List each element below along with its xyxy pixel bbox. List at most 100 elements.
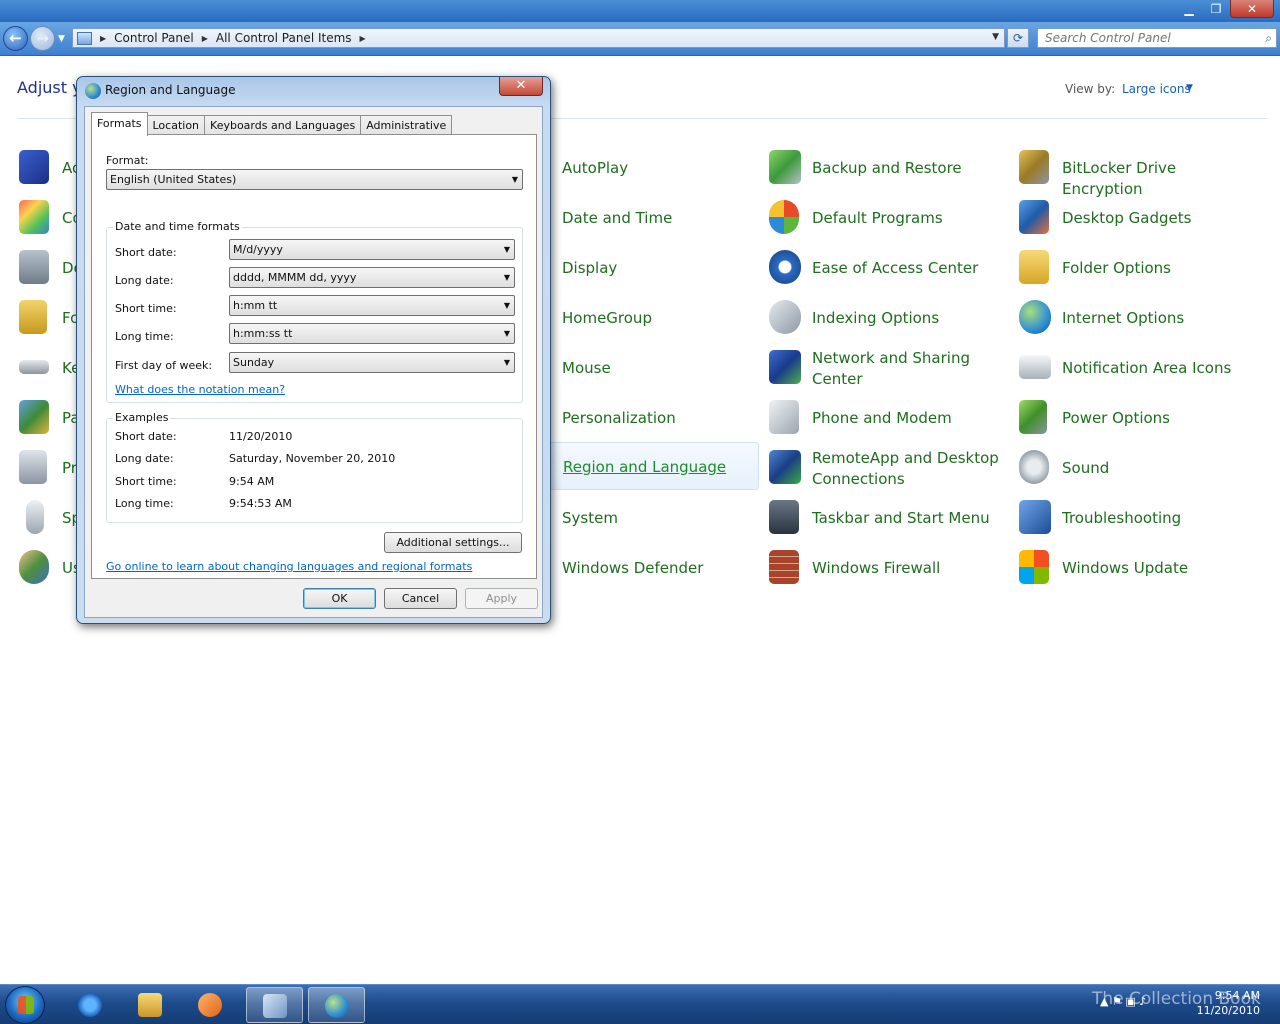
chevron-down-icon[interactable]: ▼ <box>504 296 510 315</box>
cp-item-system[interactable]: System <box>519 494 759 542</box>
cp-item-sound[interactable]: Sound <box>1019 444 1259 492</box>
minimize-button[interactable]: ▁ <box>1176 0 1202 18</box>
recent-pages-chevron-icon[interactable]: ▼ <box>58 34 65 44</box>
long-date-value: dddd, MMMM dd, yyyy <box>233 271 357 284</box>
cp-item-label: RemoteApp and Desktop Connections <box>812 449 999 488</box>
dialog-title: Region and Language <box>105 83 236 97</box>
cp-item-label: Backup and Restore <box>812 159 962 177</box>
tab-formats[interactable]: Formats <box>91 112 148 136</box>
search-input[interactable] <box>1045 29 1255 47</box>
cp-item-label: Sound <box>1062 459 1110 477</box>
breadcrumb-all-items[interactable]: All Control Panel Items <box>216 31 352 45</box>
address-bar[interactable]: ▶ Control Panel ▶ All Control Panel Item… <box>72 28 1005 48</box>
breadcrumb-chevron-icon[interactable]: ▶ <box>202 34 208 43</box>
clock-time: 9:54 AM <box>1214 989 1260 1002</box>
cp-item-taskbar-start-menu[interactable]: Taskbar and Start Menu <box>769 494 1009 542</box>
cp-item-network-sharing[interactable]: Network and Sharing Center <box>769 344 1009 392</box>
cp-item-label: Notification Area Icons <box>1062 359 1232 377</box>
cp-item-phone-and-modem[interactable]: Phone and Modem <box>769 394 1009 442</box>
cp-item-label: Internet Options <box>1062 309 1185 327</box>
clock-date: 11/20/2010 <box>1196 1004 1260 1017</box>
breadcrumb-chevron-icon[interactable]: ▶ <box>360 34 366 43</box>
cp-item-homegroup[interactable]: HomeGroup <box>519 294 759 342</box>
chevron-down-icon[interactable]: ▼ <box>504 324 510 343</box>
taskbar-control-panel[interactable] <box>246 987 303 1023</box>
tab-keyboards-languages[interactable]: Keyboards and Languages <box>204 115 362 135</box>
back-button[interactable]: ← <box>3 26 28 51</box>
taskbar-region-language[interactable] <box>308 987 365 1023</box>
tab-location[interactable]: Location <box>146 115 206 135</box>
cp-item-default-programs[interactable]: Default Programs <box>769 194 1009 242</box>
chevron-down-icon[interactable]: ▼ <box>504 353 510 372</box>
taskbar-media-player[interactable] <box>182 987 239 1023</box>
example-short-date-value: 11/20/2010 <box>229 430 293 443</box>
maximize-button[interactable]: ❐ <box>1203 0 1229 18</box>
search-box[interactable]: ⌕ <box>1037 28 1277 48</box>
chevron-down-icon[interactable]: ▼ <box>1186 83 1193 93</box>
close-button[interactable]: ✕ <box>1230 0 1274 18</box>
forward-button[interactable]: → <box>30 26 55 51</box>
ok-button[interactable]: OK <box>303 588 376 609</box>
cp-item-troubleshooting[interactable]: Troubleshooting <box>1019 494 1259 542</box>
long-time-select[interactable]: h:mm:ss tt ▼ <box>229 323 515 344</box>
long-time-label: Long time: <box>115 330 174 343</box>
search-icon[interactable]: ⌕ <box>1265 31 1272 46</box>
cancel-button[interactable]: Cancel <box>384 588 457 609</box>
cp-item-region-and-language[interactable]: Region and Language <box>519 442 759 490</box>
cp-item-label: Personalization <box>562 409 676 427</box>
cp-item-backup-and-restore[interactable]: Backup and Restore <box>769 144 1009 192</box>
start-button[interactable] <box>5 986 45 1024</box>
cp-item-display[interactable]: Display <box>519 244 759 292</box>
chevron-down-icon[interactable]: ▼ <box>504 240 510 259</box>
notation-help-link[interactable]: What does the notation mean? <box>115 383 285 396</box>
format-select[interactable]: English (United States) ▼ <box>106 169 523 190</box>
long-date-select[interactable]: dddd, MMMM dd, yyyy ▼ <box>229 267 515 288</box>
cp-item-power-options[interactable]: Power Options <box>1019 394 1259 442</box>
cp-item-bitlocker[interactable]: BitLocker Drive Encryption <box>1019 144 1259 198</box>
apply-button[interactable]: Apply <box>465 588 538 609</box>
chevron-down-icon[interactable]: ▼ <box>504 268 510 287</box>
address-history-chevron-icon[interactable]: ▼ <box>992 32 999 42</box>
cp-item-indexing-options[interactable]: Indexing Options <box>769 294 1009 342</box>
refresh-button[interactable]: ⟳ <box>1007 28 1029 48</box>
cp-item-internet-options[interactable]: Internet Options <box>1019 294 1259 342</box>
additional-settings-button[interactable]: Additional settings... <box>384 532 522 553</box>
online-help-link[interactable]: Go online to learn about changing langua… <box>106 560 472 573</box>
firewall-icon <box>769 550 799 584</box>
cp-item-ease-of-access[interactable]: Ease of Access Center <box>769 244 1009 292</box>
battery-icon <box>1019 400 1047 434</box>
taskbar-internet-explorer[interactable] <box>62 987 119 1023</box>
cp-item-windows-defender[interactable]: Windows Defender <box>519 544 759 592</box>
navigation-bar: ← → ▼ ▶ Control Panel ▶ All Control Pane… <box>0 22 1280 56</box>
taskbar-icon <box>769 500 799 534</box>
cp-item-windows-firewall[interactable]: Windows Firewall <box>769 544 1009 592</box>
tab-administrative[interactable]: Administrative <box>360 115 453 135</box>
dialog-close-button[interactable]: ✕ <box>499 77 543 96</box>
taskbar-explorer[interactable] <box>122 987 179 1023</box>
chevron-down-icon[interactable]: ▼ <box>512 170 518 189</box>
breadcrumb-chevron-icon[interactable]: ▶ <box>100 34 106 43</box>
cp-item-windows-update[interactable]: Windows Update <box>1019 544 1259 592</box>
programs-icon <box>19 450 47 484</box>
cp-item-personalization[interactable]: Personalization <box>519 394 759 442</box>
short-date-select[interactable]: M/d/yyyy ▼ <box>229 239 515 260</box>
color-management-icon <box>19 200 49 234</box>
view-by-dropdown[interactable]: Large icons <box>1122 82 1191 96</box>
taskbar-clock[interactable]: 9:54 AM 11/20/2010 <box>1197 988 1260 1018</box>
backup-icon <box>769 150 801 184</box>
cp-item-remoteapp[interactable]: RemoteApp and Desktop Connections <box>769 444 1009 492</box>
cp-item-label: Taskbar and Start Menu <box>812 509 990 527</box>
cp-item-folder-options[interactable]: Folder Options <box>1019 244 1259 292</box>
media-player-icon <box>198 993 222 1017</box>
globe-icon <box>325 994 349 1018</box>
short-time-select[interactable]: h:mm tt ▼ <box>229 295 515 316</box>
first-day-select[interactable]: Sunday ▼ <box>229 352 515 373</box>
breadcrumb-control-panel[interactable]: Control Panel <box>114 31 194 45</box>
cp-item-date-and-time[interactable]: Date and Time <box>519 194 759 242</box>
cp-item-mouse[interactable]: Mouse <box>519 344 759 392</box>
system-tray-icons[interactable]: ▲ ⚑ ▣ ♪ <box>1100 995 1146 1008</box>
phone-icon <box>769 400 799 434</box>
cp-item-notification-area[interactable]: Notification Area Icons <box>1019 344 1259 392</box>
cp-item-autoplay[interactable]: AutoPlay <box>519 144 759 192</box>
cp-item-desktop-gadgets[interactable]: Desktop Gadgets <box>1019 194 1259 242</box>
